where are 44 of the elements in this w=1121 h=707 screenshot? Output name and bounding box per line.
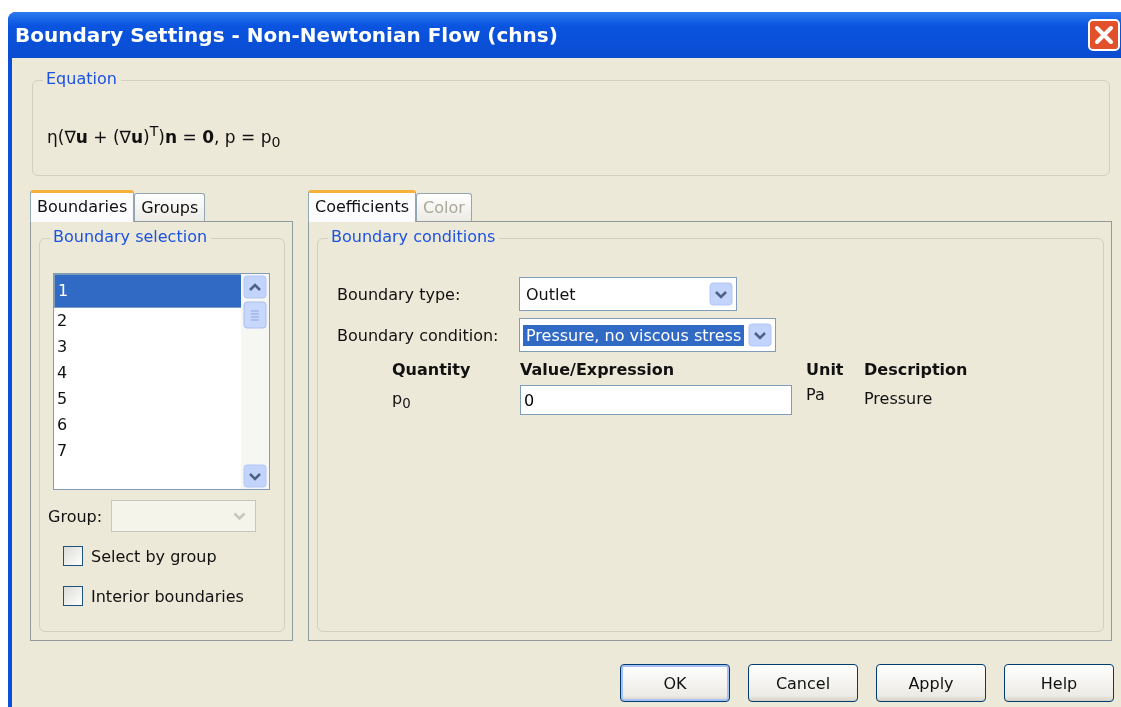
scroll-down-icon[interactable] [243, 464, 267, 488]
checkbox[interactable] [63, 546, 83, 566]
checkbox-label: Select by group [91, 546, 217, 566]
boundary-list[interactable]: 1 2 3 4 5 6 7 [53, 273, 270, 490]
list-item[interactable]: 4 [54, 360, 241, 386]
description-text: Pressure [864, 388, 934, 408]
list-item[interactable]: 6 [54, 412, 241, 438]
column-header: Value/Expression [520, 360, 676, 379]
tab[interactable]: Groups [134, 193, 206, 221]
dialog-button[interactable]: Cancel [748, 664, 858, 702]
column-header: Quantity [392, 360, 472, 379]
scrollbar[interactable] [241, 274, 269, 489]
unit-text: Pa [806, 385, 826, 404]
checkbox-label: Interior boundaries [91, 586, 244, 606]
group-label-text: Group: [48, 506, 103, 526]
list-item[interactable]: 7 [54, 438, 241, 464]
close-icon[interactable] [1088, 19, 1120, 51]
quantity-symbol: p$_{0}$ [392, 388, 412, 412]
dropdown-value: Pressure, no viscous stress [523, 324, 745, 346]
list-item[interactable]: 5 [54, 386, 241, 412]
group-label: Equation [43, 69, 121, 88]
scroll-up-icon[interactable] [243, 275, 267, 299]
field-label: Boundary condition: [337, 325, 499, 345]
value-field[interactable]: 0 [520, 385, 792, 415]
list-item[interactable]: 3 [54, 334, 241, 360]
tab[interactable]: Coefficients [308, 190, 417, 222]
group-label: Boundary conditions [328, 227, 500, 246]
list-item[interactable]: 1 [54, 274, 241, 308]
dropdown-value: Outlet [525, 283, 577, 305]
dialog-button[interactable]: OK [620, 664, 730, 702]
dropdown[interactable]: Pressure, no viscous stress [519, 318, 777, 352]
dialog-button[interactable]: Help [1004, 664, 1114, 702]
column-header: Description [864, 360, 969, 379]
dropdown[interactable]: Outlet [519, 277, 737, 311]
tab[interactable]: Boundaries [30, 190, 135, 222]
list-item[interactable]: 2 [54, 308, 241, 334]
checkbox[interactable] [63, 586, 83, 606]
window-title: Boundary Settings - Non-Newtonian Flow (chns) [15, 23, 559, 47]
equation-text: η(∇u + (∇u)$^{T}$)n = 0, p = p$_{0}$ [47, 126, 281, 147]
group-label: Boundary selection [50, 227, 212, 246]
dialog-button[interactable]: Apply [876, 664, 986, 702]
field-label: Boundary type: [337, 284, 461, 304]
scroll-thumb[interactable] [243, 301, 267, 329]
column-header: Unit [806, 360, 845, 379]
